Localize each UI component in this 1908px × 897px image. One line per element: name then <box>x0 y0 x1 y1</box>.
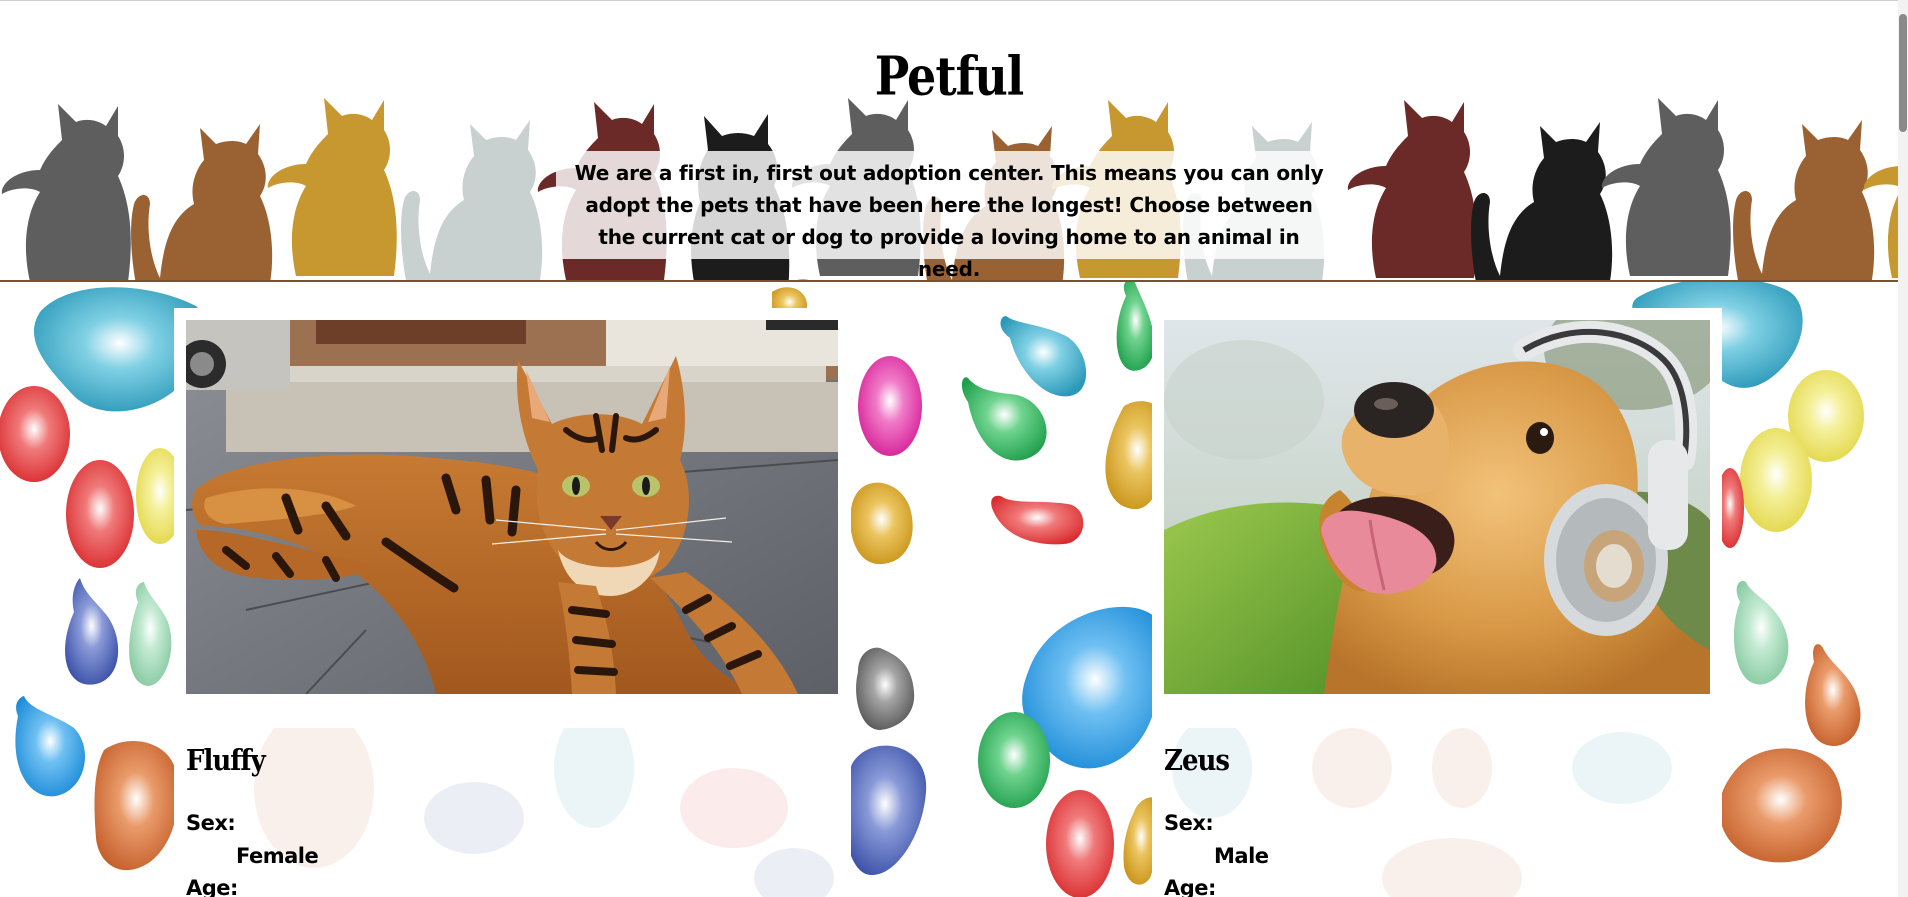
pet-photo-cat <box>186 320 838 694</box>
sex-value-cat: Female <box>236 844 319 868</box>
page-scrollbar[interactable] <box>1898 0 1908 897</box>
pet-card-dog: Zeus Sex: Male Age: 3 <box>1152 308 1722 897</box>
sex-label-dog: Sex: <box>1164 811 1214 835</box>
pet-photo-dog <box>1164 320 1710 694</box>
pet-name-dog: Zeus <box>1164 744 1230 778</box>
age-label-cat: Age: <box>186 876 238 897</box>
bengal-cat-icon <box>186 320 838 694</box>
age-label-dog: Age: <box>1164 876 1216 897</box>
pet-name-cat: Fluffy <box>186 744 266 778</box>
site-tagline: We are a first in, first out adoption ce… <box>574 161 1324 281</box>
sex-value-dog: Male <box>1214 844 1269 868</box>
card-paw-watermark <box>1172 728 1672 897</box>
site-header: Petful We are a first in, first out adop… <box>0 1 1898 282</box>
site-title: Petful <box>874 44 1025 108</box>
card-paw-watermark <box>254 728 834 897</box>
sex-label-cat: Sex: <box>186 811 236 835</box>
scrollbar-thumb[interactable] <box>1899 14 1907 132</box>
golden-retriever-icon <box>1164 320 1710 694</box>
pet-card-cat: Fluffy Sex: Female Age: 2 <box>174 308 851 897</box>
adoption-main: Fluffy Sex: Female Age: 2 <box>0 282 1898 897</box>
